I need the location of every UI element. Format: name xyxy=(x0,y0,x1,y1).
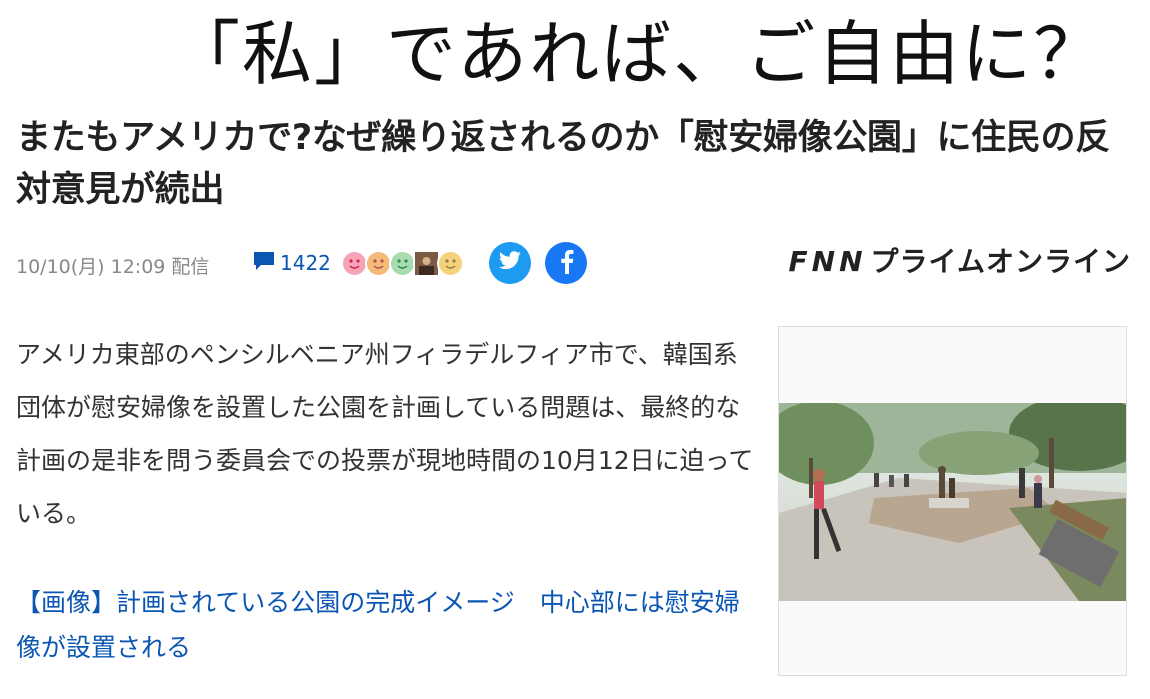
image-gallery-link[interactable]: 【画像】計画されている公園の完成イメージ 中心部には慰安婦像が設置される xyxy=(16,580,756,670)
brand-logo-prefix: FNN xyxy=(788,245,867,278)
twitter-share-button[interactable] xyxy=(489,242,531,284)
publish-date: 10/10(月) 12:09 配信 xyxy=(16,256,210,278)
reaction-icons[interactable] xyxy=(341,250,471,278)
facebook-f-icon xyxy=(556,248,576,278)
article-meta-row: 10/10(月) 12:09 配信 1422 FNN プライムオンライン xyxy=(16,240,1131,288)
brand-logo-suffix: プライムオンライン xyxy=(870,245,1131,278)
article-headline: またもアメリカで?なぜ繰り返されるのか「慰安婦像公園」に住民の反対意見が続出 xyxy=(16,118,1110,210)
overlay-caption: 「私」であれば、ご自由に？ xyxy=(170,13,1106,95)
smiley-pink-icon xyxy=(341,250,368,277)
comment-bubble-icon xyxy=(252,250,276,277)
user-photo-icon xyxy=(413,250,440,277)
fnn-brand-logo: FNN プライムオンライン xyxy=(789,244,1131,280)
smiley-yellow-icon xyxy=(437,250,464,277)
park-rendering-image xyxy=(779,403,1126,601)
twitter-bird-icon xyxy=(498,251,522,275)
comment-count: 1422 xyxy=(280,251,331,275)
smiley-green-icon xyxy=(389,250,416,277)
article-body: アメリカ東部のペンシルベニア州フィラデルフィア市で、韓国系団体が慰安婦像を設置し… xyxy=(16,340,754,528)
article-image-frame[interactable] xyxy=(778,326,1127,676)
comment-count-link[interactable]: 1422 xyxy=(252,250,331,276)
smiley-orange-icon xyxy=(365,250,392,277)
facebook-share-button[interactable] xyxy=(545,242,587,284)
